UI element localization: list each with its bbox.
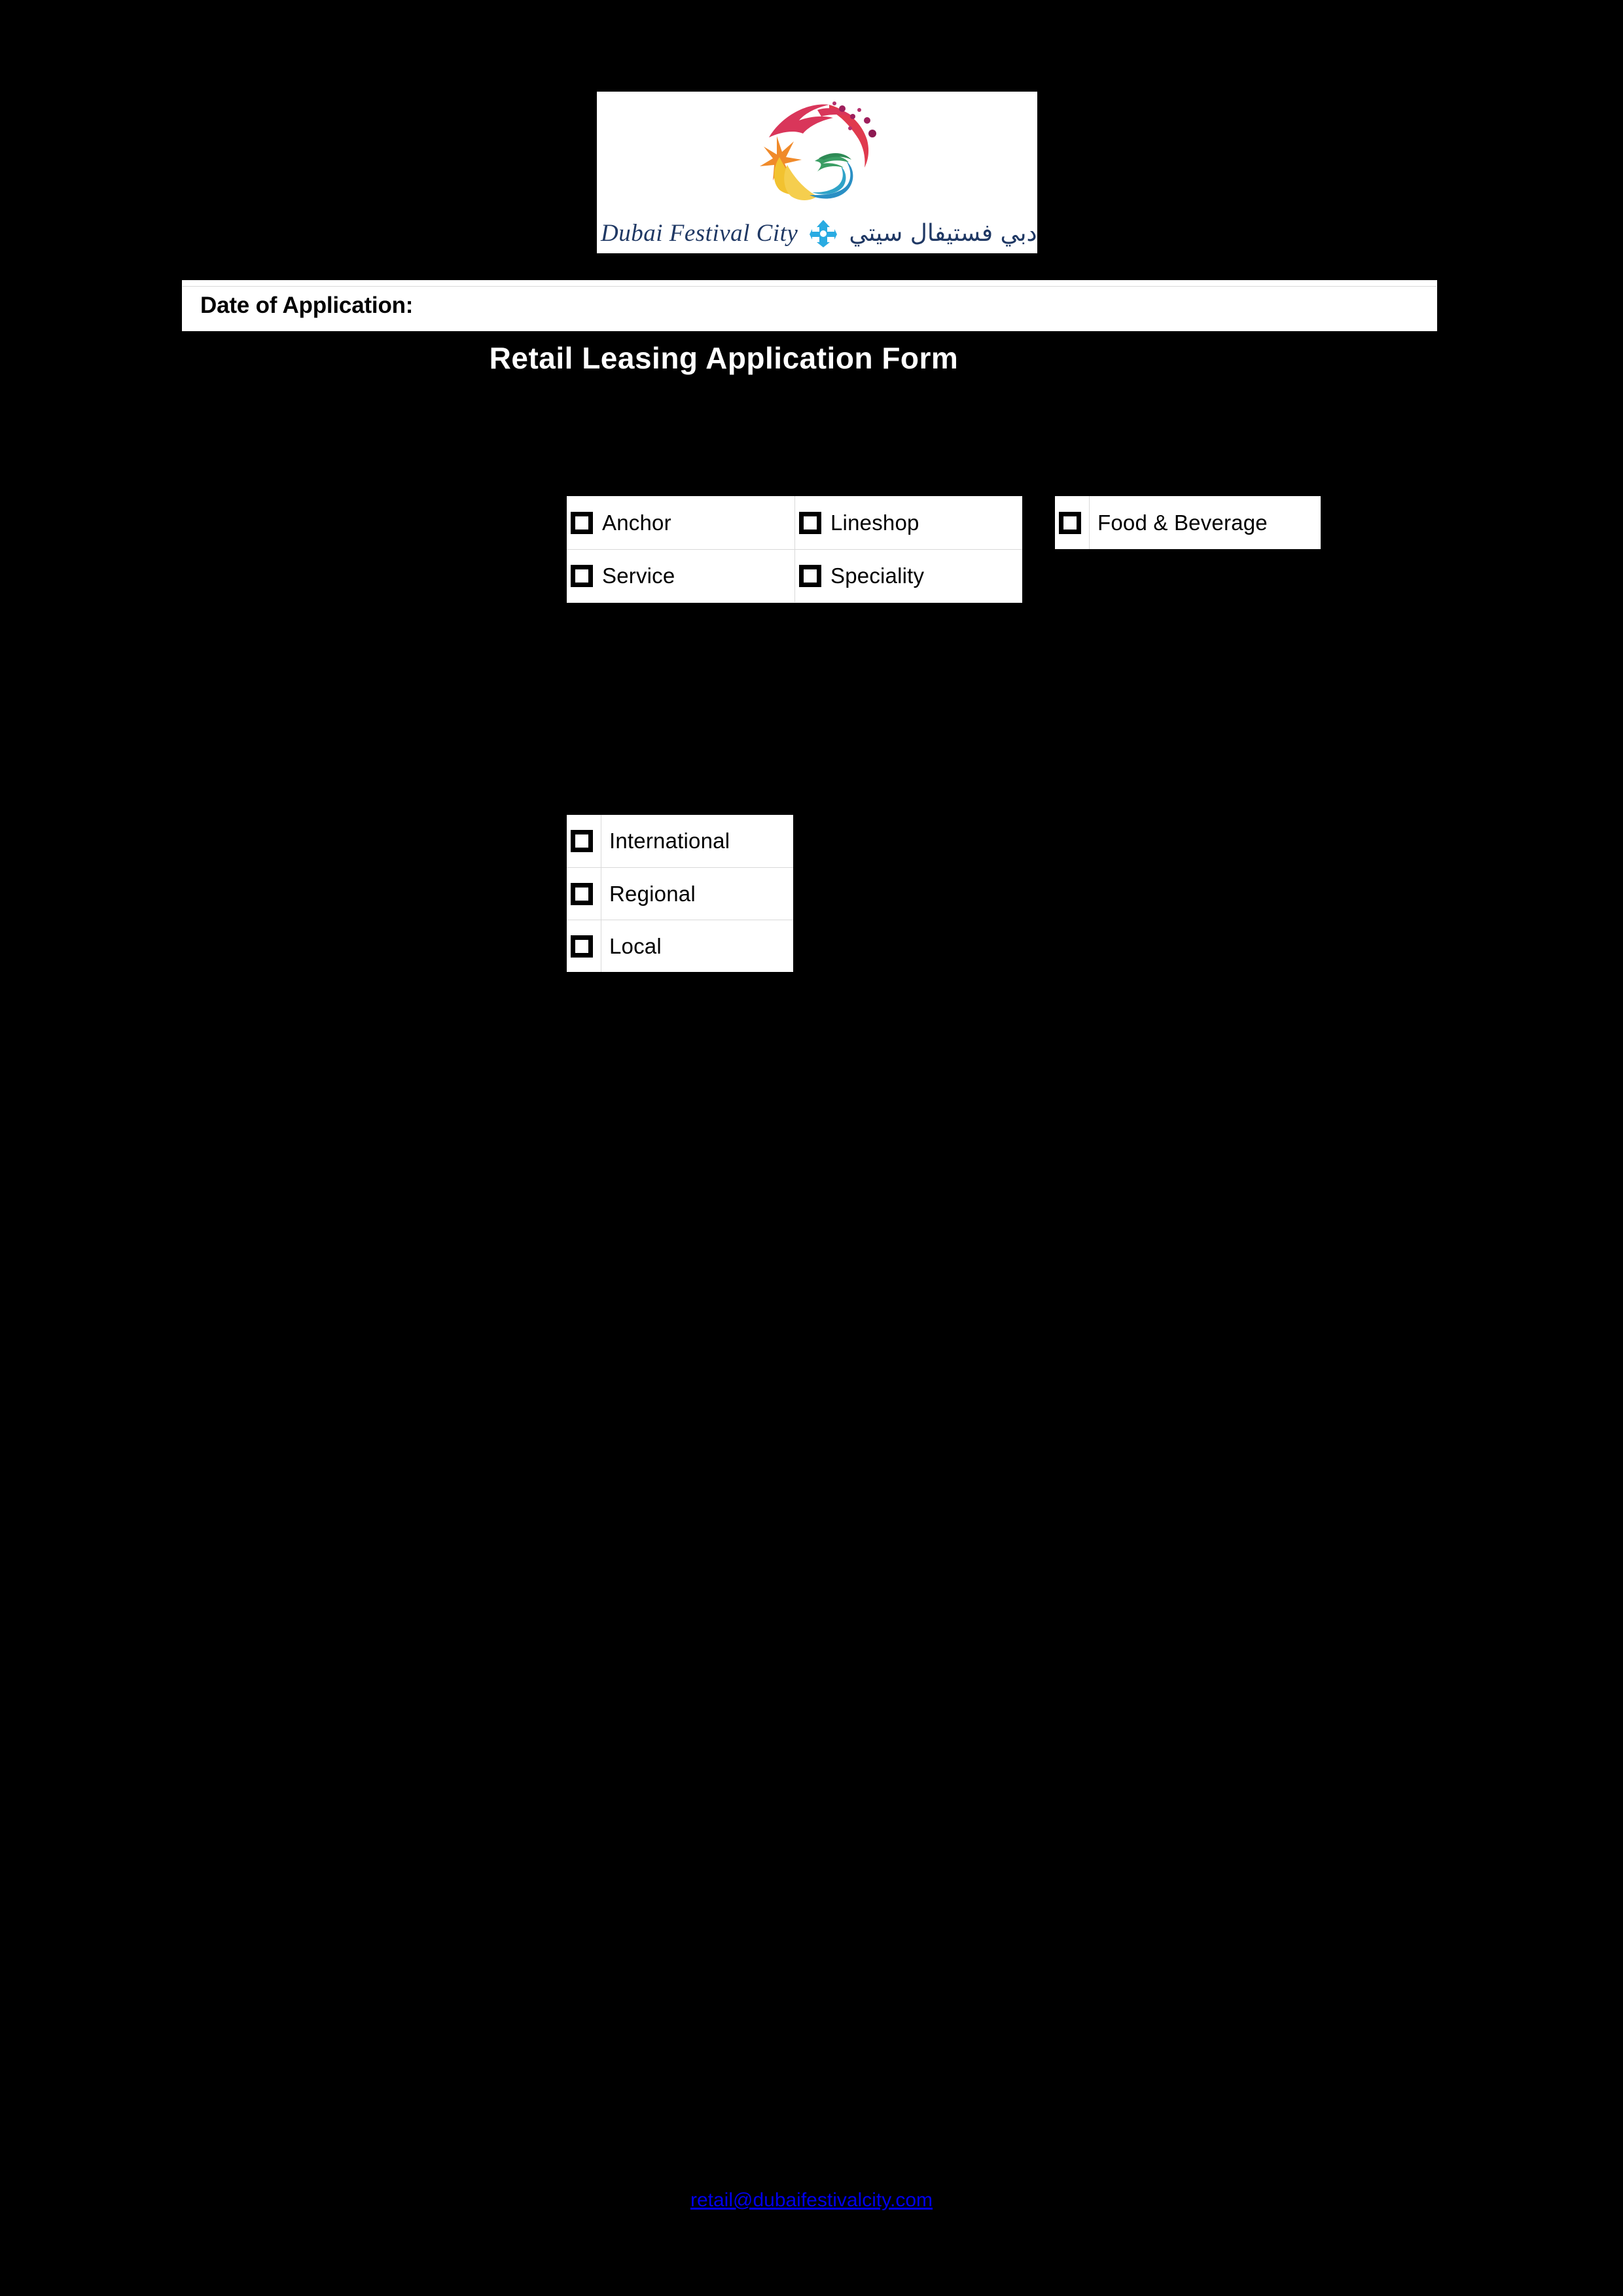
festival-swirl-emblem-icon <box>731 97 888 215</box>
dubai-festival-city-logo: Dubai Festival City دبي فستيفال سيتي <box>597 92 1037 253</box>
checkbox-option-food-and-beverage[interactable] <box>1055 496 1089 549</box>
document-page: Dubai Festival City دبي فستيفال سيتي Dat… <box>0 0 1623 2296</box>
table-row: Regional <box>567 867 793 920</box>
checkbox-label: Service <box>602 564 675 588</box>
checkbox-icon[interactable] <box>571 882 593 905</box>
date-of-application-row: Date of Application: <box>182 280 1437 331</box>
checkbox-label: Anchor <box>602 510 671 535</box>
brand-origin-checkbox-table: International Regional Local <box>567 815 793 972</box>
checkbox-label: Lineshop <box>830 510 919 535</box>
checkbox-label-cell: Local <box>601 920 793 972</box>
checkbox-label-cell: Food & Beverage <box>1089 496 1321 549</box>
blue-diamond-icon <box>808 219 838 247</box>
table-row: Anchor Lineshop <box>567 496 1022 549</box>
table-row: Food & Beverage <box>1055 496 1321 549</box>
checkbox-label: Local <box>609 933 662 958</box>
checkbox-option-lineshop[interactable]: Lineshop <box>794 496 1022 549</box>
checkbox-option-regional[interactable] <box>567 868 601 920</box>
checkbox-label-cell: International <box>601 815 793 867</box>
checkbox-icon[interactable] <box>571 511 593 534</box>
table-row: International <box>567 815 793 867</box>
store-type-checkbox-table: Anchor Lineshop Service Speciality <box>567 496 1022 603</box>
checkbox-icon[interactable] <box>571 935 593 958</box>
food-and-beverage-checkbox-table: Food & Beverage <box>1055 496 1321 549</box>
checkbox-option-speciality[interactable]: Speciality <box>794 550 1022 602</box>
checkbox-icon[interactable] <box>1059 511 1081 534</box>
logo-arabic-name: دبي فستيفال سيتي <box>849 219 1037 247</box>
table-row: Local <box>567 920 793 972</box>
checkbox-option-international[interactable] <box>567 815 601 867</box>
checkbox-icon[interactable] <box>799 511 821 534</box>
checkbox-label: International <box>609 829 730 853</box>
page-title-text: Retail Leasing Application Form <box>489 341 959 375</box>
checkbox-label-cell: Regional <box>601 868 793 920</box>
logo-wordmark: Dubai Festival City دبي فستيفال سيتي <box>597 213 1037 253</box>
checkbox-option-anchor[interactable]: Anchor <box>567 496 794 549</box>
table-row: Service Speciality <box>567 549 1022 602</box>
checkbox-label: Food & Beverage <box>1097 510 1268 535</box>
checkbox-icon[interactable] <box>571 830 593 852</box>
checkbox-label: Regional <box>609 881 696 906</box>
checkbox-option-local[interactable] <box>567 920 601 972</box>
date-of-application-label: Date of Application: <box>200 293 414 318</box>
checkbox-label: Speciality <box>830 564 925 588</box>
contact-email-link[interactable]: retail@dubaifestivalcity.com <box>690 2189 933 2211</box>
page-title: Retail Leasing Application Form <box>0 340 1623 376</box>
logo-english-name: Dubai Festival City <box>601 219 798 247</box>
checkbox-icon[interactable] <box>571 565 593 587</box>
checkbox-option-service[interactable]: Service <box>567 550 794 602</box>
checkbox-icon[interactable] <box>799 565 821 587</box>
footer: retail@dubaifestivalcity.com <box>0 2189 1623 2212</box>
